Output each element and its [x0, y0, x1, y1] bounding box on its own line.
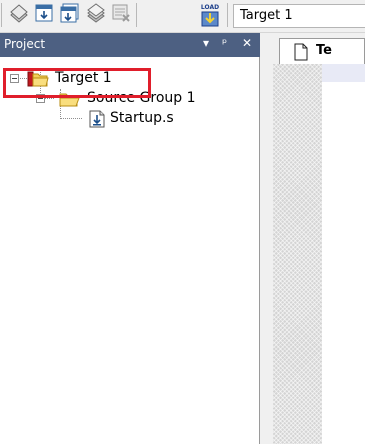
text-file-icon — [294, 43, 308, 61]
toolbar-separator-2 — [227, 3, 228, 27]
build-icon[interactable] — [34, 3, 54, 23]
panel-pin-icon[interactable]: ᵖ — [222, 36, 227, 50]
batch-build-icon[interactable] — [86, 3, 106, 23]
editor-tab-label: Te — [316, 43, 332, 58]
editor-gutter — [273, 64, 322, 444]
project-panel-header: Project ▾ ᵖ ✕ — [0, 33, 260, 57]
project-panel-title: Project — [4, 37, 46, 51]
editor-area: Te — [260, 33, 365, 444]
file-label: Startup.s — [110, 110, 174, 126]
load-icon-text: LOAD — [201, 4, 219, 11]
toolbar-separator — [136, 3, 137, 27]
build-toolbar: LOAD Target 1 — [0, 0, 365, 33]
editor-current-line — [322, 64, 365, 82]
panel-dropdown-icon[interactable]: ▾ — [203, 36, 209, 50]
tree-line — [60, 118, 82, 120]
editor-tab[interactable]: Te — [279, 38, 365, 64]
target-highlight-box — [3, 68, 151, 98]
asm-file-icon — [89, 110, 105, 128]
rebuild-icon[interactable] — [60, 3, 80, 23]
toolbar-grip[interactable] — [1, 3, 2, 27]
stop-build-icon[interactable] — [111, 3, 131, 23]
panel-close-icon[interactable]: ✕ — [242, 36, 252, 50]
tree-item-file[interactable]: Startup.s — [84, 109, 234, 129]
translate-icon[interactable] — [9, 3, 29, 23]
editor-text-area[interactable] — [322, 64, 365, 444]
load-icon[interactable]: LOAD — [198, 2, 222, 28]
target-select[interactable]: Target 1 — [233, 4, 365, 28]
project-panel: Project ▾ ᵖ ✕ Target 1 Source Group 1 St… — [0, 33, 260, 444]
project-tree: Target 1 Source Group 1 Startup.s — [0, 57, 260, 444]
